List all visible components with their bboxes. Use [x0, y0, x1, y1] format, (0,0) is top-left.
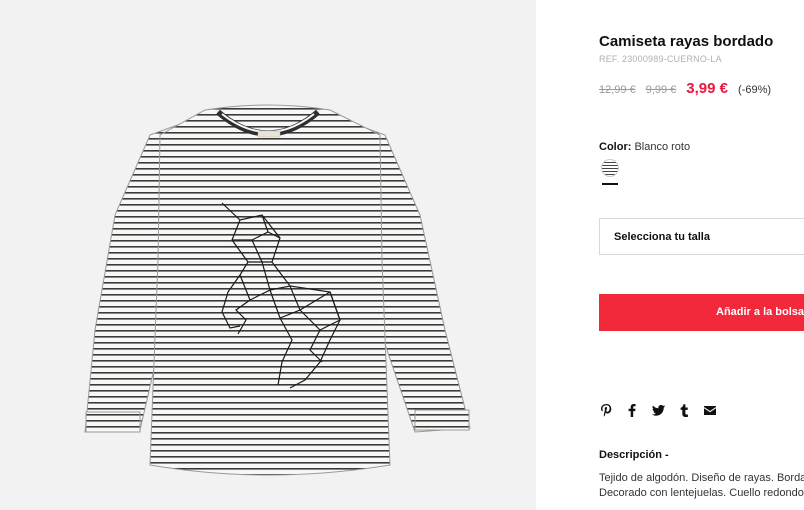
color-label: Color:: [599, 141, 632, 153]
pinterest-icon[interactable]: [599, 403, 613, 417]
color-value: Blanco roto: [634, 141, 691, 153]
twitter-icon[interactable]: [651, 403, 665, 417]
selected-swatch-indicator: [602, 183, 618, 185]
facebook-icon[interactable]: [625, 403, 639, 417]
color-swatch-blanco-roto[interactable]: [601, 159, 619, 177]
product-photo[interactable]: [0, 0, 536, 510]
description-heading[interactable]: Descripción -: [599, 449, 669, 461]
striped-shirt-image: [84, 104, 471, 476]
product-info-panel: Camiseta rayas bordado REF. 23000989-CUE…: [599, 0, 804, 510]
add-to-bag-button[interactable]: Añadir a la bolsa: [599, 294, 804, 331]
product-reference: REF. 23000989-CUERNO-LA: [599, 54, 722, 64]
size-select[interactable]: Selecciona tu talla: [599, 218, 804, 255]
email-icon[interactable]: [703, 403, 717, 417]
color-selection: Color: Blanco roto: [599, 141, 690, 153]
product-title: Camiseta rayas bordado: [599, 33, 774, 50]
previous-sale-price: 9,99 €: [645, 84, 677, 96]
description-line: Tejido de algodón. Diseño de rayas. Bord…: [599, 472, 804, 484]
current-price: 3,99 €: [686, 80, 729, 97]
original-price: 12,99 €: [599, 84, 636, 96]
share-icons: [599, 403, 717, 417]
description-line: Decorado con lentejuelas. Cuello redondo: [599, 487, 804, 499]
price-block: 12,99 € 9,99 € 3,99 € (-69%): [599, 80, 771, 97]
tumblr-icon[interactable]: [677, 403, 691, 417]
discount-percent: (-69%): [738, 84, 772, 96]
